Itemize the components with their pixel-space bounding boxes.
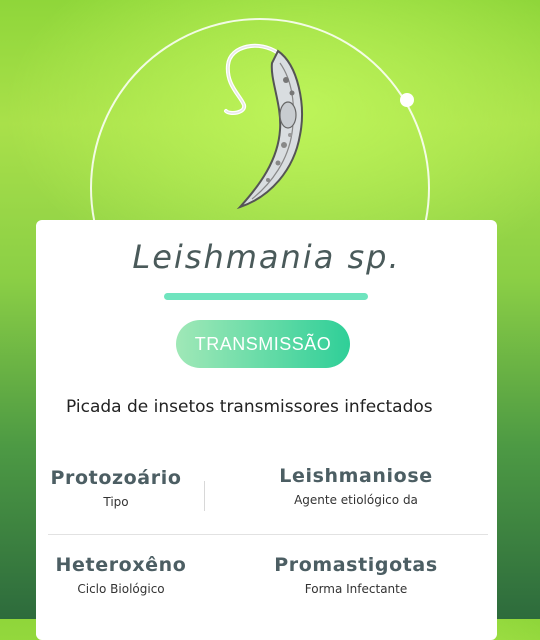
name-underline-bar bbox=[164, 293, 368, 300]
stat-cycle-label: Ciclo Biológico bbox=[77, 582, 165, 596]
creature-name: Leishmania sp. bbox=[132, 238, 401, 276]
transmission-description: Picada de insetos transmissores infectad… bbox=[66, 397, 433, 417]
stat-disease-label: Agente etiológico da bbox=[294, 493, 418, 507]
transmission-button[interactable]: TRANSMISSÃO bbox=[176, 320, 350, 368]
stat-cycle: Heteroxêno Ciclo Biológico bbox=[46, 554, 196, 596]
stat-disease: Leishmaniose Agente etiológico da bbox=[256, 465, 456, 507]
stat-infective-form: Promastigotas Forma Infectante bbox=[256, 554, 456, 596]
stats-row-divider bbox=[48, 534, 488, 535]
info-card: Leishmania sp. TRANSMISSÃO Picada de ins… bbox=[36, 220, 497, 640]
stat-infective-form-value: Promastigotas bbox=[274, 554, 438, 576]
stat-cycle-value: Heteroxêno bbox=[55, 554, 187, 576]
stat-type: Protozoário Tipo bbox=[46, 467, 186, 509]
parasite-illustration-icon bbox=[224, 43, 303, 210]
arc-progress-dot bbox=[400, 93, 414, 107]
stat-type-value: Protozoário bbox=[50, 467, 182, 489]
stat-infective-form-label: Forma Infectante bbox=[304, 582, 408, 596]
stat-disease-value: Leishmaniose bbox=[279, 465, 433, 487]
stat-type-label: Tipo bbox=[103, 495, 129, 509]
stat-divider bbox=[204, 481, 205, 511]
